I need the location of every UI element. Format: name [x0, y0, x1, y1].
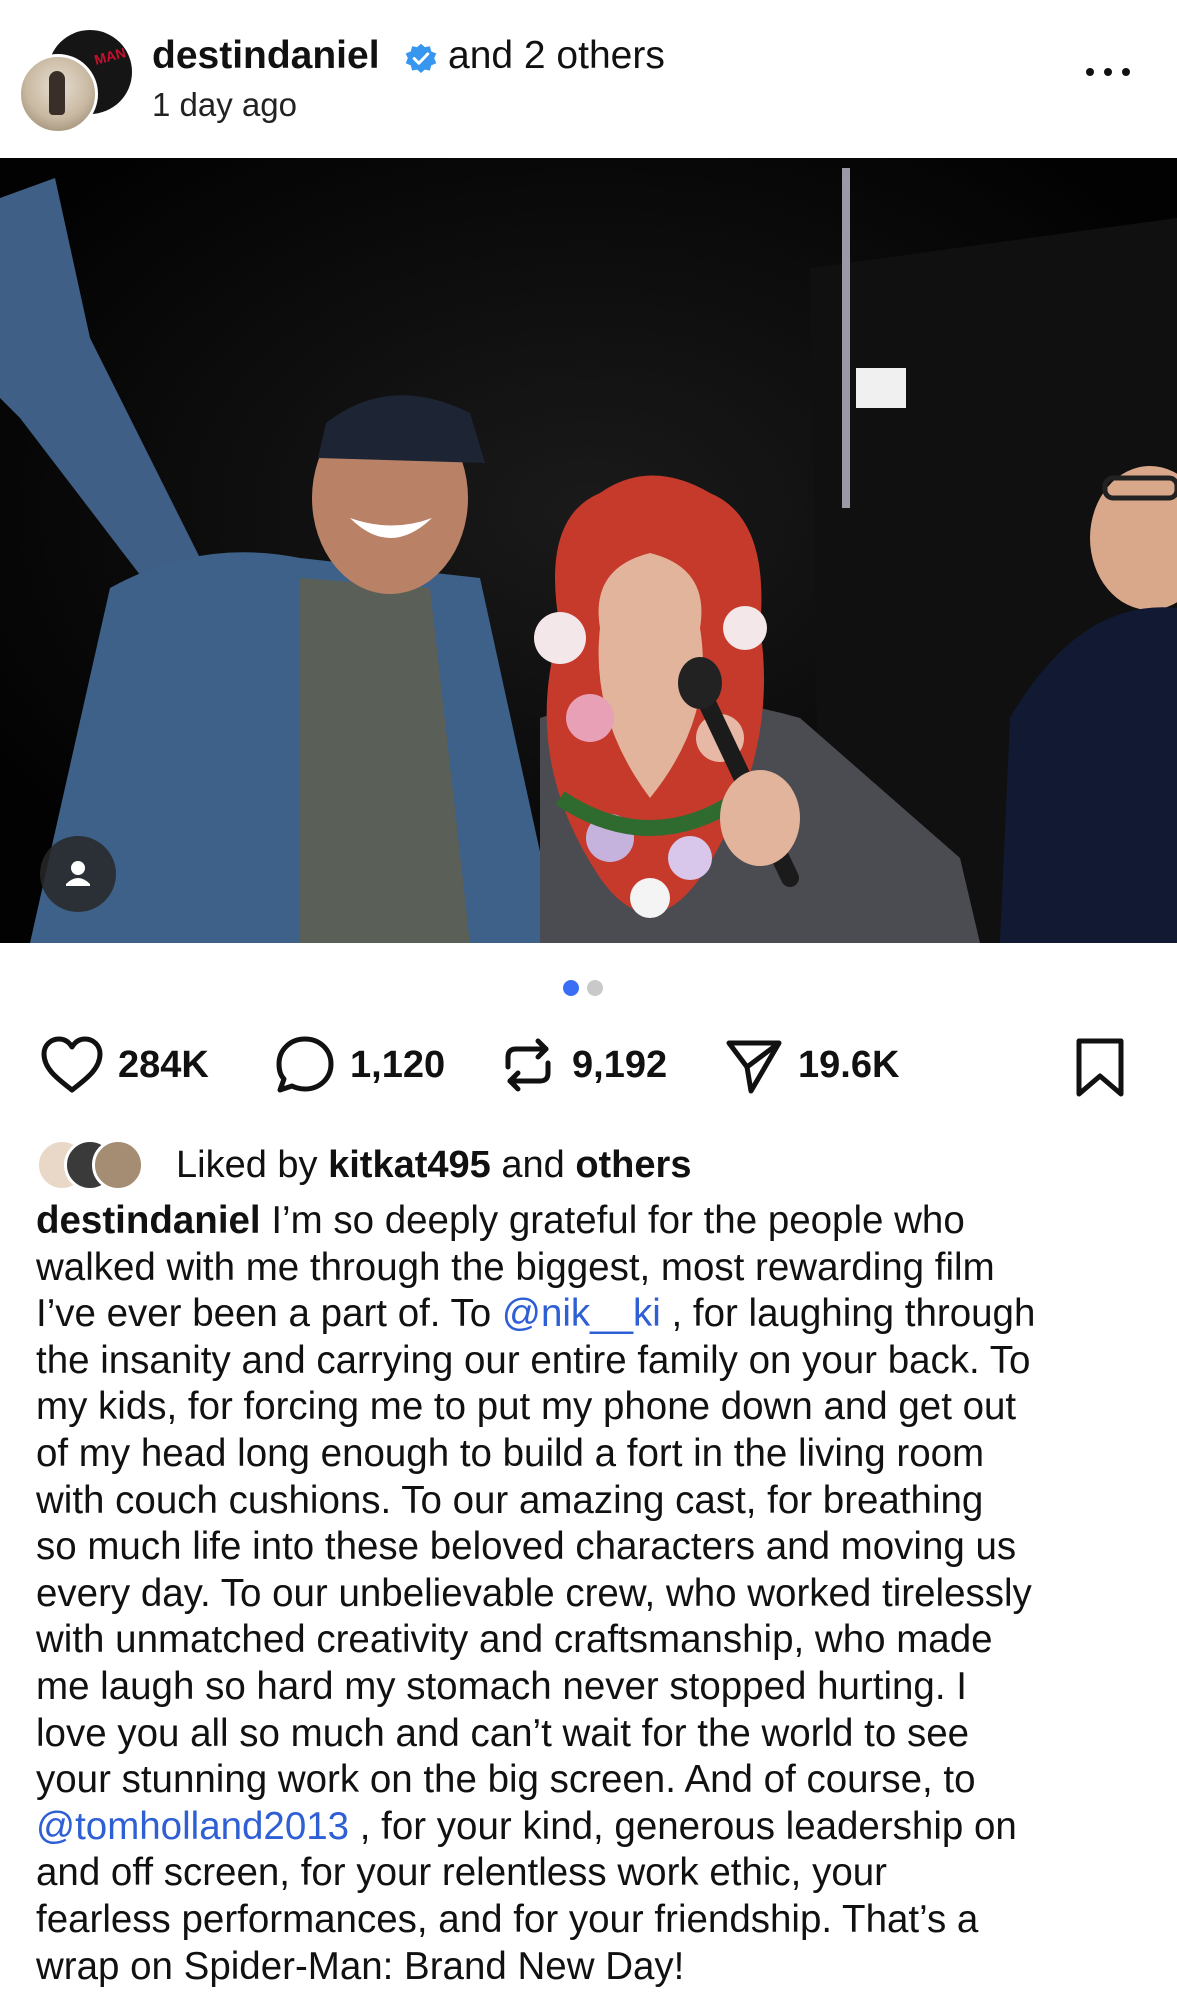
caption-text: so much life into these beloved characte… — [36, 1525, 1017, 1569]
liked-by-conjunction: and — [501, 1144, 565, 1186]
caption-line: with couch cushions. To our amazing cast… — [36, 1478, 1146, 1525]
caption-line: love you all so much and can’t wait for … — [36, 1711, 1146, 1758]
caption-text: your stunning work on the big screen. An… — [36, 1758, 976, 1802]
caption-line: so much life into these beloved characte… — [36, 1524, 1146, 1571]
bookmark-icon[interactable] — [1070, 1036, 1130, 1100]
caption-line: the insanity and carrying our entire fam… — [36, 1338, 1146, 1385]
more-options-icon[interactable] — [1086, 62, 1146, 82]
author-username[interactable]: destindaniel — [152, 34, 380, 78]
heart-icon — [41, 1036, 103, 1093]
action-bar: 284K 1,120 9,192 19.6K — [0, 1030, 1177, 1100]
caption-text: of my head long enough to build a fort i… — [36, 1431, 985, 1475]
caption-text: wrap on Spider-Man: Brand New Day! — [36, 1944, 685, 1988]
avatar-logo-text: MAN — [92, 44, 128, 68]
caption-text: I’ve ever been a part of. To — [36, 1292, 502, 1336]
send-icon — [726, 1040, 782, 1094]
post-header: MAN destindaniel and 2 others 1 day ago — [0, 0, 1177, 158]
caption-text: me laugh so hard my stomach never stoppe… — [36, 1664, 967, 1708]
caption-line: your stunning work on the big screen. An… — [36, 1757, 1146, 1804]
comment-button[interactable]: 1,120 — [274, 1030, 445, 1100]
caption-text: walked with me through the biggest, most… — [36, 1245, 995, 1289]
caption-line: and off screen, for your relentless work… — [36, 1850, 1146, 1897]
liked-by-row[interactable]: Liked by kitkat495 and others — [36, 1136, 1136, 1196]
caption-text: every day. To our unbelievable crew, who… — [36, 1571, 1032, 1615]
caption-line: destindaniel I’m so deeply grateful for … — [36, 1198, 1146, 1245]
post-timestamp: 1 day ago — [152, 86, 297, 123]
caption-line: I’ve ever been a part of. To @nik__ki , … — [36, 1291, 1146, 1338]
caption-line: of my head long enough to build a fort i… — [36, 1431, 1146, 1478]
carousel-indicator — [563, 980, 603, 996]
caption-text: I’m so deeply grateful for the people wh… — [260, 1199, 965, 1242]
author-avatar[interactable] — [18, 54, 98, 134]
caption-line: me laugh so hard my stomach never stoppe… — [36, 1664, 1146, 1711]
liked-by-user[interactable]: kitkat495 — [328, 1144, 491, 1186]
caption-text: with unmatched creativity and craftsmans… — [36, 1618, 993, 1662]
caption-text: fearless performances, and for your frie… — [36, 1897, 979, 1941]
caption-author[interactable]: destindaniel — [36, 1199, 261, 1242]
caption-text: with couch cushions. To our amazing cast… — [36, 1478, 984, 1522]
liker-avatar — [92, 1139, 144, 1191]
caption-text: my kids, for forcing me to put my phone … — [36, 1385, 1017, 1429]
caption-line: @tomholland2013 , for your kind, generou… — [36, 1804, 1146, 1851]
caption-text: love you all so much and can’t wait for … — [36, 1711, 970, 1755]
comment-count: 1,120 — [350, 1043, 446, 1086]
caption-line: wrap on Spider-Man: Brand New Day! — [36, 1944, 1146, 1991]
share-count: 19.6K — [798, 1043, 900, 1086]
photo-illustration — [0, 158, 1177, 943]
carousel-dot[interactable] — [587, 980, 603, 996]
post-image[interactable] — [0, 158, 1177, 943]
mention-link[interactable]: @nik__ki — [502, 1292, 661, 1335]
comment-bubble-icon — [276, 1036, 334, 1093]
avatar-figure — [49, 71, 65, 115]
mention-link[interactable]: @tomholland2013 — [36, 1805, 349, 1848]
person-icon — [66, 861, 90, 886]
verified-badge-icon — [405, 43, 437, 74]
liked-by-prefix: Liked by — [176, 1144, 318, 1186]
caption-text: the insanity and carrying our entire fam… — [36, 1338, 1031, 1382]
post-caption: destindaniel I’m so deeply grateful for … — [36, 1198, 1146, 1990]
caption-line: with unmatched creativity and craftsmans… — [36, 1617, 1146, 1664]
repost-button[interactable]: 9,192 — [498, 1030, 667, 1100]
liked-by-others[interactable]: others — [575, 1144, 691, 1186]
caption-line: my kids, for forcing me to put my phone … — [36, 1384, 1146, 1431]
share-button[interactable]: 19.6K — [724, 1030, 899, 1100]
caption-line: every day. To our unbelievable crew, who… — [36, 1571, 1146, 1618]
user-tag-button[interactable] — [40, 836, 116, 912]
caption-text: , for laughing through — [660, 1292, 1036, 1336]
coauthor-avatars[interactable]: MAN — [18, 30, 132, 134]
caption-text: , for your kind, generous leadership on — [349, 1804, 1017, 1848]
liked-by-text: Liked by kitkat495 and others — [176, 1144, 691, 1187]
coauthors-link[interactable]: and 2 others — [448, 34, 665, 78]
caption-text: and off screen, for your relentless work… — [36, 1851, 887, 1895]
carousel-dot-active[interactable] — [563, 980, 579, 996]
caption-line: walked with me through the biggest, most… — [36, 1245, 1146, 1292]
caption-line: fearless performances, and for your frie… — [36, 1897, 1146, 1944]
like-button[interactable]: 284K — [40, 1030, 209, 1100]
like-count: 284K — [118, 1043, 209, 1086]
repost-icon — [505, 1038, 551, 1092]
repost-count: 9,192 — [572, 1043, 668, 1086]
